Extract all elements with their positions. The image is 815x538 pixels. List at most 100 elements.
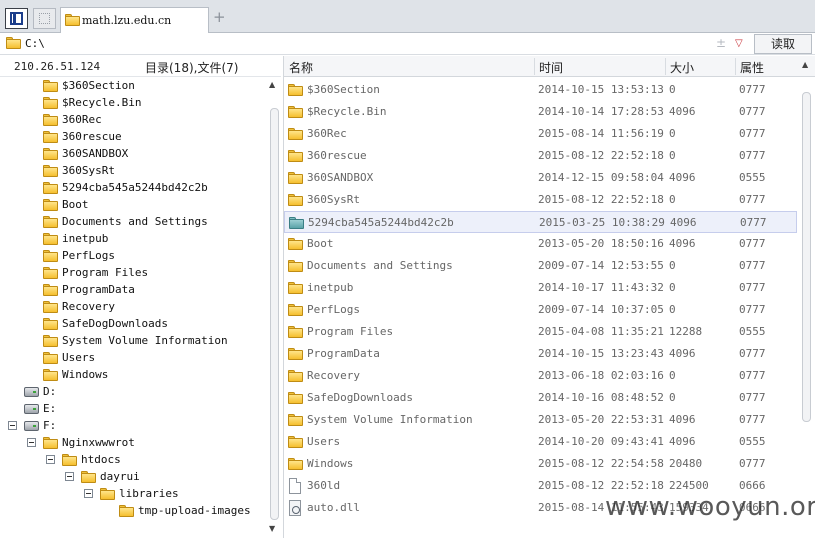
file-row[interactable]: SafeDogDownloads 2014-10-16 08:48:52 0 0777 (284, 387, 797, 409)
add-tab-button[interactable]: + (213, 8, 226, 26)
tree-item-label: Recovery (62, 300, 115, 313)
tree-item-label: htdocs (81, 453, 121, 466)
tree-item[interactable]: F: (0, 418, 266, 435)
folder-icon (43, 199, 58, 211)
file-name: Documents and Settings (307, 259, 453, 272)
column-attr[interactable]: 属性 (740, 59, 764, 75)
tree-item[interactable]: dayrui (0, 469, 266, 486)
file-size: 4096 (670, 216, 697, 229)
up-directory-button[interactable]: ± (716, 36, 726, 50)
folder-icon (43, 165, 58, 177)
file-row[interactable]: Recovery 2013-06-18 02:03:16 0 0777 (284, 365, 797, 387)
folder-tree: $360Section $Recycle.Bin 360Rec 360rescue 36… (0, 78, 281, 538)
scroll-thumb[interactable] (802, 92, 811, 422)
tree-item[interactable]: Boot (0, 197, 266, 214)
tree-item[interactable]: 360Rec (0, 112, 266, 129)
folder-icon (65, 14, 80, 26)
tree-item[interactable]: SafeDogDownloads (0, 316, 266, 333)
collapse-toggle[interactable] (84, 489, 93, 498)
file-attr: 0555 (739, 325, 766, 338)
file-name: System Volume Information (307, 413, 473, 426)
column-size[interactable]: 大小 (670, 59, 694, 75)
collapse-toggle[interactable] (65, 472, 74, 481)
tree-item[interactable]: Nginxwwwrot (0, 435, 266, 452)
info-row: 210.26.51.124 目录(18),文件(7) (0, 56, 281, 77)
document-icon (39, 13, 50, 24)
file-row[interactable]: 360Rec 2015-08-14 11:56:19 0 0777 (284, 123, 797, 145)
tree-item[interactable]: 5294cba545a5244bd42c2b (0, 180, 266, 197)
file-row[interactable]: inetpub 2014-10-17 11:43:32 0 0777 (284, 277, 797, 299)
scroll-down-arrow[interactable]: ▼ (269, 524, 275, 533)
collapse-toggle[interactable] (8, 421, 17, 430)
tree-item-label: Users (62, 351, 96, 364)
tree-item[interactable]: htdocs (0, 452, 266, 469)
file-row[interactable]: 360SysRt 2015-08-12 22:52:18 0 0777 (284, 189, 797, 211)
new-document-button[interactable] (33, 8, 56, 29)
file-row[interactable]: 360rescue 2015-08-12 22:52:18 0 0777 (284, 145, 797, 167)
scroll-thumb[interactable] (270, 108, 279, 520)
file-row[interactable]: ProgramData 2014-10-15 13:23:43 4096 0777 (284, 343, 797, 365)
folder-icon (43, 182, 58, 194)
panel-toggle-button[interactable] (5, 8, 28, 29)
folder-icon (43, 335, 58, 347)
read-button[interactable]: 读取 (754, 34, 812, 54)
column-name[interactable]: 名称 (289, 59, 313, 75)
file-time: 2014-10-16 08:48:52 (538, 391, 664, 404)
tree-item[interactable]: 360rescue (0, 129, 266, 146)
tree-item[interactable]: ProgramData (0, 282, 266, 299)
file-time: 2014-10-14 17:28:53 (538, 105, 664, 118)
path-dropdown-button[interactable]: ▽ (735, 38, 743, 49)
file-row[interactable]: $Recycle.Bin 2014-10-14 17:28:53 4096 0777 (284, 101, 797, 123)
tab-math-lzu[interactable]: math.lzu.edu.cn (60, 7, 209, 34)
file-row[interactable]: PerfLogs 2009-07-14 10:37:05 0 0777 (284, 299, 797, 321)
tree-item[interactable]: 360SysRt (0, 163, 266, 180)
file-row[interactable]: Documents and Settings 2009-07-14 12:53:5… (284, 255, 797, 277)
tree-item[interactable]: $360Section (0, 78, 266, 95)
directory-stats: 目录(18),文件(7) (145, 61, 239, 75)
scroll-up-arrow[interactable]: ▲ (802, 60, 808, 69)
folder-icon (43, 131, 58, 143)
file-row[interactable]: Program Files 2015-04-08 11:35:21 12288 055… (284, 321, 797, 343)
folder-icon (6, 37, 21, 49)
file-row[interactable]: Boot 2013-05-20 18:50:16 4096 0777 (284, 233, 797, 255)
tree-item[interactable]: PerfLogs (0, 248, 266, 265)
tree-item[interactable]: Users (0, 350, 266, 367)
tree-item[interactable]: $Recycle.Bin (0, 95, 266, 112)
tree-item[interactable]: Documents and Settings (0, 214, 266, 231)
tree-item[interactable]: E: (0, 401, 266, 418)
tree-item[interactable]: Recovery (0, 299, 266, 316)
file-attr: 0777 (739, 347, 766, 360)
list-scrollbar[interactable]: ▲ (799, 56, 814, 538)
tree-item[interactable]: 360SANDBOX (0, 146, 266, 163)
tree-item[interactable]: System Volume Information (0, 333, 266, 350)
tree-item[interactable]: Program Files (0, 265, 266, 282)
tree-item[interactable]: D: (0, 384, 266, 401)
tree-item-label: D: (43, 385, 57, 398)
file-time: 2015-08-12 22:52:18 (538, 479, 664, 492)
path-input[interactable]: C:\ (25, 37, 45, 50)
collapse-toggle[interactable] (46, 455, 55, 464)
folder-icon (43, 216, 58, 228)
file-time: 2015-03-25 10:38:29 (539, 216, 665, 229)
folder-icon (43, 267, 58, 279)
file-row[interactable]: Users 2014-10-20 09:43:41 4096 0555 (284, 431, 797, 453)
file-time: 2014-10-15 13:23:43 (538, 347, 664, 360)
tree-scrollbar[interactable]: ▲ ▼ (268, 78, 281, 538)
tree-item-label: Nginxwwwrot (62, 436, 135, 449)
scroll-up-arrow[interactable]: ▲ (269, 80, 275, 89)
collapse-toggle[interactable] (27, 438, 36, 447)
tree-item[interactable]: inetpub (0, 231, 266, 248)
file-row[interactable]: $360Section 2014-10-15 13:53:13 0 0777 (284, 79, 797, 101)
file-row[interactable]: 5294cba545a5244bd42c2b 2015-03-25 10:38:2… (284, 211, 797, 233)
file-row[interactable]: System Volume Information 2013-05-20 22:5… (284, 409, 797, 431)
file-row[interactable]: Windows 2015-08-12 22:54:58 20480 0777 (284, 453, 797, 475)
file-size: 0 (669, 127, 676, 140)
tree-item[interactable]: libraries (0, 486, 266, 503)
tree-item-label: tmp-upload-images (138, 504, 251, 517)
tree-item[interactable]: tmp-upload-images (0, 503, 266, 520)
column-time[interactable]: 时间 (539, 59, 563, 75)
tree-item[interactable]: Windows (0, 367, 266, 384)
file-row[interactable]: 360SANDBOX 2014-12-15 09:58:04 4096 0555 (284, 167, 797, 189)
file-size: 0 (669, 149, 676, 162)
file-name: $Recycle.Bin (307, 105, 387, 118)
